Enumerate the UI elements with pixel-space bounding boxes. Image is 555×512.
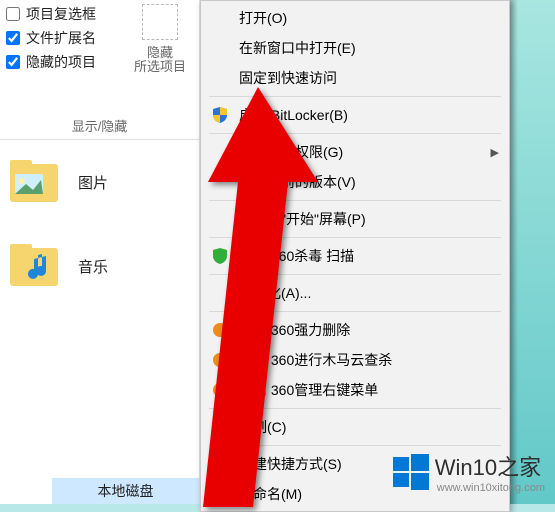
ctx-separator [209,408,501,409]
ctx-create-shortcut-label: 创建快捷方式(S) [239,454,342,474]
checkbox-item-boxes[interactable]: 项目复选框 [6,4,96,24]
ctx-restore-previous[interactable]: 还原以前的版本(V) [201,167,509,197]
360-orange-icon [211,351,229,369]
ctx-separator [209,311,501,312]
submenu-arrow-icon: ▶ [491,146,499,159]
selected-drive-item[interactable]: 本地磁盘 [52,478,199,504]
window-edge-shadow [510,0,518,504]
folder-item-music[interactable]: 音乐 [0,224,199,308]
hide-selected-label-2: 所选项目 [129,60,191,74]
windows-logo-icon [393,454,429,490]
ctx-copy[interactable]: 复制(C) [201,412,509,442]
360-orange-icon [211,381,229,399]
checkbox-file-ext[interactable]: 文件扩展名 [6,28,96,48]
hide-selected-button[interactable]: 隐藏 所选项目 [129,4,191,74]
blank-icon [211,284,229,302]
ctx-separator [209,445,501,446]
ctx-pin-start-label: 固定到"开始"屏幕(P) [239,209,366,229]
ctx-separator [209,200,501,201]
ribbon-checkbox-group: 项目复选框 文件扩展名 隐藏的项目 [0,0,102,80]
blank-icon [211,455,229,473]
ctx-bitlocker-label: 启用 BitLocker(B) [239,105,348,125]
blank-icon [211,418,229,436]
ctx-format[interactable]: 格式化(A)... [201,278,509,308]
blank-icon [211,39,229,57]
ctx-pin-quick-access[interactable]: 固定到快速访问 [201,63,509,93]
hide-selected-icon [142,4,178,40]
ctx-restore-previous-label: 还原以前的版本(V) [239,172,356,192]
ctx-360-force-delete[interactable]: 使用 360强力删除 [201,315,509,345]
ctx-360-force-delete-label: 使用 360强力删除 [239,320,350,340]
ribbon-panel-show-hide: 项目复选框 文件扩展名 隐藏的项目 隐藏 所选项目 显示/隐藏 [0,0,200,140]
360-orange-icon [211,321,229,339]
ctx-format-label: 格式化(A)... [239,283,311,303]
ctx-360-manage-menu-label: 使用 360管理右键菜单 [239,380,378,400]
watermark-title: Win10之家 [435,455,541,480]
watermark: Win10之家 www.win10xitong.com [393,450,545,494]
checkbox-hidden-items-input[interactable] [6,55,20,69]
blank-icon [211,173,229,191]
ctx-rename-label: 重命名(M) [239,484,302,504]
shield-icon [211,106,229,124]
folder-item-pictures[interactable]: 图片 [0,140,199,224]
blank-icon [211,485,229,503]
picture-folder-icon [8,156,60,208]
blank-icon [211,143,229,161]
ctx-pin-start[interactable]: 固定到"开始"屏幕(P) [201,204,509,234]
ctx-open-label: 打开(O) [239,8,287,28]
ctx-360-scan[interactable]: 使用 360杀毒 扫描 [201,241,509,271]
360-green-shield-icon [211,247,229,265]
ctx-open-new-window-label: 在新窗口中打开(E) [239,38,356,58]
ribbon-group-label: 显示/隐藏 [0,116,199,135]
checkbox-hidden-items-label: 隐藏的项目 [26,52,96,72]
ctx-copy-label: 复制(C) [239,417,286,437]
ctx-360-trojan-scan-label: 使用 360进行木马云查杀 [239,350,392,370]
blank-icon [211,9,229,27]
folder-item-pictures-label: 图片 [78,172,108,193]
folder-item-music-label: 音乐 [78,256,108,277]
blank-icon [211,210,229,228]
ctx-grant-access[interactable]: 授予访问权限(G) ▶ [201,137,509,167]
checkbox-item-boxes-label: 项目复选框 [26,4,96,24]
checkbox-item-boxes-input[interactable] [6,7,20,21]
ctx-bitlocker[interactable]: 启用 BitLocker(B) [201,100,509,130]
ctx-open[interactable]: 打开(O) [201,3,509,33]
watermark-url: www.win10xitong.com [437,482,545,494]
ctx-grant-access-label: 授予访问权限(G) [239,142,343,162]
context-menu: 打开(O) 在新窗口中打开(E) 固定到快速访问 启用 BitLocker(B)… [200,0,510,512]
checkbox-file-ext-input[interactable] [6,31,20,45]
selected-drive-label: 本地磁盘 [98,483,154,499]
ctx-360-scan-label: 使用 360杀毒 扫描 [239,246,354,266]
ctx-open-new-window[interactable]: 在新窗口中打开(E) [201,33,509,63]
checkbox-file-ext-label: 文件扩展名 [26,28,96,48]
blank-icon [211,69,229,87]
ctx-360-manage-menu[interactable]: 使用 360管理右键菜单 [201,375,509,405]
checkbox-hidden-items[interactable]: 隐藏的项目 [6,52,96,72]
ctx-separator [209,133,501,134]
hide-selected-label-1: 隐藏 [129,46,191,60]
ctx-pin-quick-access-label: 固定到快速访问 [239,68,337,88]
explorer-content: 图片 音乐 本地磁盘 [0,140,200,504]
music-folder-icon [8,240,60,292]
ctx-separator [209,274,501,275]
ctx-separator [209,237,501,238]
ctx-separator [209,96,501,97]
ctx-360-trojan-scan[interactable]: 使用 360进行木马云查杀 [201,345,509,375]
